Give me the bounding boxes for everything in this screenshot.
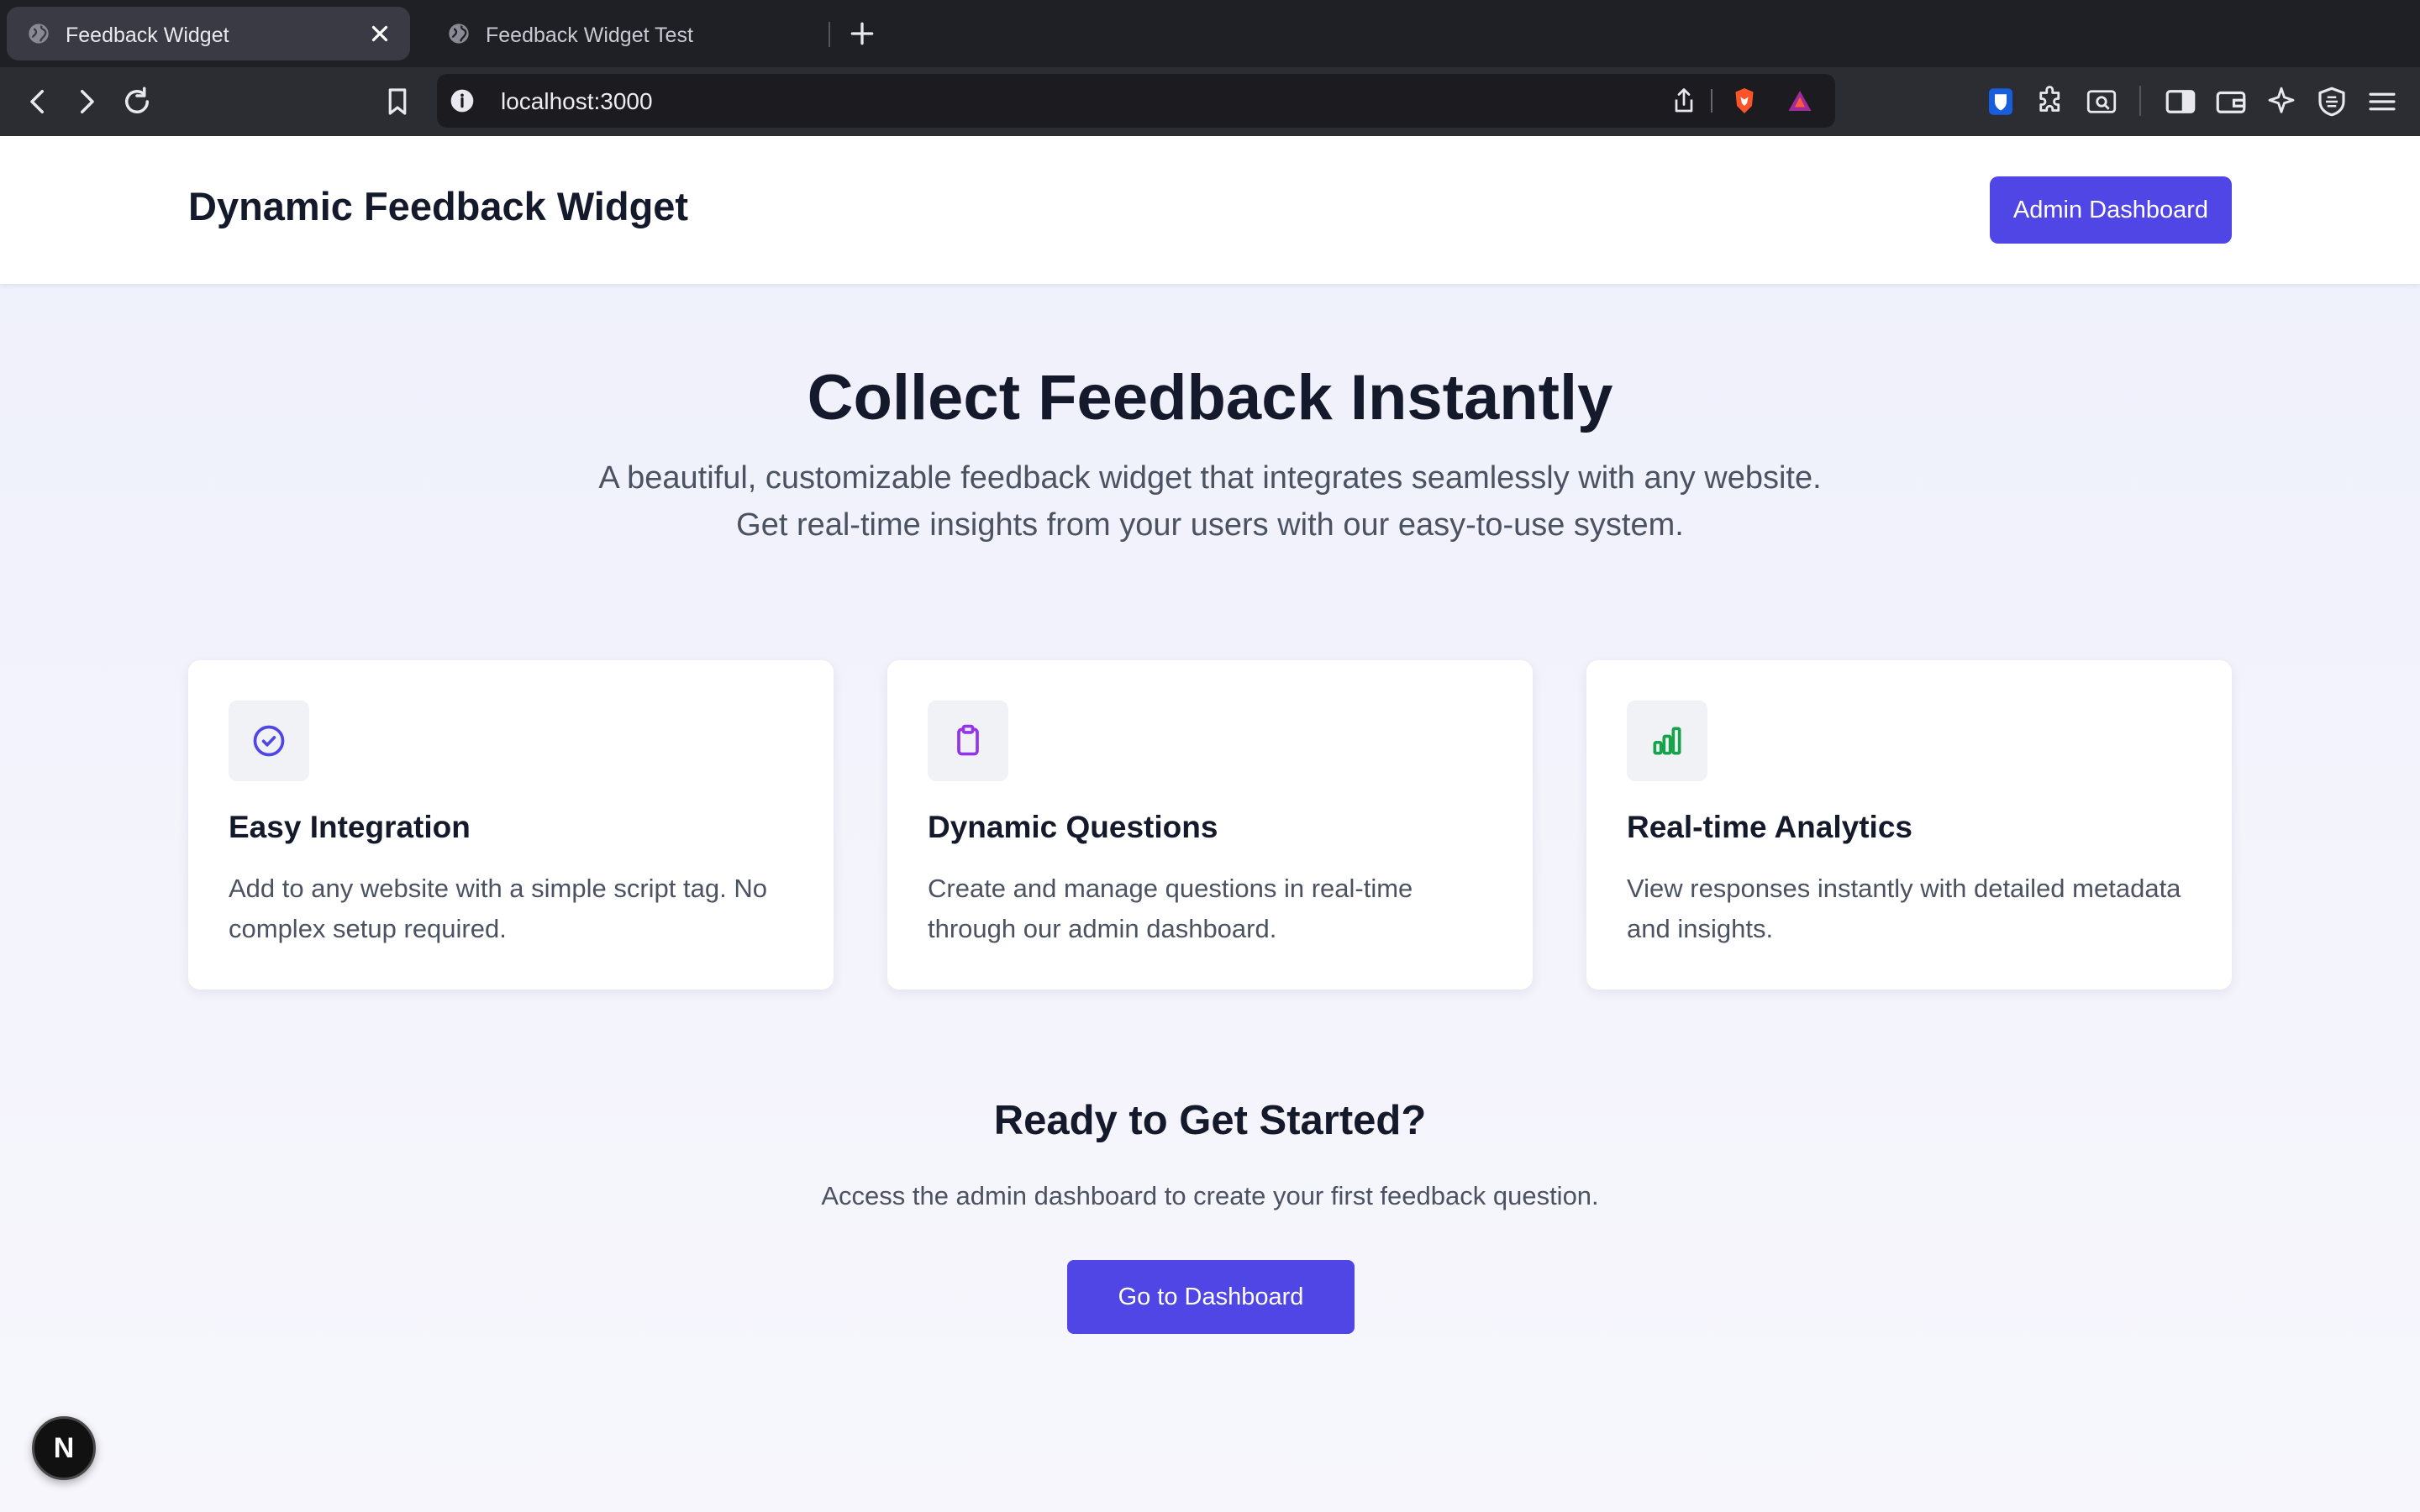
tab-title: Feedback Widget Test bbox=[486, 24, 693, 47]
go-to-dashboard-button[interactable]: Go to Dashboard bbox=[1067, 1260, 1355, 1334]
forward-icon[interactable] bbox=[69, 84, 104, 119]
url-text[interactable]: localhost:3000 bbox=[501, 88, 653, 115]
globe-icon bbox=[449, 24, 469, 44]
tab-divider bbox=[829, 22, 830, 47]
address-bar[interactable]: localhost:3000 bbox=[437, 74, 1835, 128]
new-tab-icon[interactable] bbox=[845, 17, 879, 50]
hero-subtitle-line1: A beautiful, customizable feedback widge… bbox=[598, 460, 1822, 496]
feature-description: Create and manage questions in real-time… bbox=[928, 874, 1413, 943]
extensions-puzzle-icon[interactable] bbox=[2033, 84, 2069, 119]
leo-ai-sparkle-icon[interactable] bbox=[2264, 84, 2299, 119]
tab-title: Feedback Widget bbox=[66, 24, 229, 47]
brave-shields-icon[interactable] bbox=[1729, 86, 1760, 116]
site-brand[interactable]: Dynamic Feedback Widget bbox=[188, 183, 688, 229]
cta-title: Ready to Get Started? bbox=[993, 1098, 1427, 1143]
globe-icon bbox=[29, 24, 49, 44]
page-content: Dynamic Feedback Widget Admin Dashboard … bbox=[0, 136, 2420, 1512]
reload-icon[interactable] bbox=[119, 84, 155, 119]
hero-subtitle-line2: Get real-time insights from your users w… bbox=[736, 507, 1684, 543]
site-header: Dynamic Feedback Widget Admin Dashboard bbox=[0, 136, 2420, 284]
admin-dashboard-button[interactable]: Admin Dashboard bbox=[1990, 176, 2232, 244]
close-tab-icon[interactable] bbox=[365, 18, 395, 49]
feature-card-easy-integration: Easy Integration Add to any website with… bbox=[188, 660, 834, 990]
feature-card-dynamic-questions: Dynamic Questions Create and manage ques… bbox=[887, 660, 1533, 990]
toolbar-divider bbox=[2139, 86, 2141, 116]
brave-rewards-icon[interactable] bbox=[1785, 86, 1815, 116]
bar-chart-icon bbox=[1653, 727, 1681, 755]
site-info-icon[interactable] bbox=[449, 87, 476, 114]
tab-feedback-widget-test[interactable]: Feedback Widget Test bbox=[427, 7, 830, 60]
back-icon[interactable] bbox=[20, 84, 55, 119]
browser-tab-bar: Feedback Widget Feedback Widget Test bbox=[0, 0, 2420, 67]
feature-icon-box bbox=[928, 701, 1008, 781]
check-circle-icon bbox=[253, 725, 285, 757]
feature-title: Dynamic Questions bbox=[928, 810, 1218, 844]
tab-search-icon[interactable] bbox=[2084, 84, 2119, 119]
menu-icon[interactable] bbox=[2365, 84, 2400, 119]
bitwarden-shield-icon[interactable] bbox=[1983, 84, 2018, 119]
hero-title: Collect Feedback Instantly bbox=[807, 362, 1613, 433]
nextjs-dev-indicator[interactable]: N bbox=[32, 1416, 96, 1480]
bookmark-icon[interactable] bbox=[380, 84, 415, 119]
cta-subtitle: Access the admin dashboard to create you… bbox=[821, 1181, 1599, 1210]
clipboard-icon bbox=[957, 724, 979, 756]
vpn-shield-icon[interactable] bbox=[2314, 84, 2349, 119]
tab-feedback-widget[interactable]: Feedback Widget bbox=[7, 7, 410, 60]
feature-title: Real-time Analytics bbox=[1627, 810, 1912, 844]
feature-description: Add to any website with a simple script … bbox=[229, 874, 767, 943]
feature-title: Easy Integration bbox=[229, 810, 471, 844]
wallet-icon[interactable] bbox=[2213, 84, 2249, 119]
feature-card-real-time-analytics: Real-time Analytics View responses insta… bbox=[1586, 660, 2232, 990]
url-divider bbox=[1711, 89, 1712, 113]
feature-icon-box bbox=[229, 701, 309, 781]
share-icon[interactable] bbox=[1669, 86, 1699, 116]
sidebar-toggle-icon[interactable] bbox=[2163, 84, 2198, 119]
feature-icon-box bbox=[1627, 701, 1707, 781]
feature-description: View responses instantly with detailed m… bbox=[1627, 874, 2181, 943]
